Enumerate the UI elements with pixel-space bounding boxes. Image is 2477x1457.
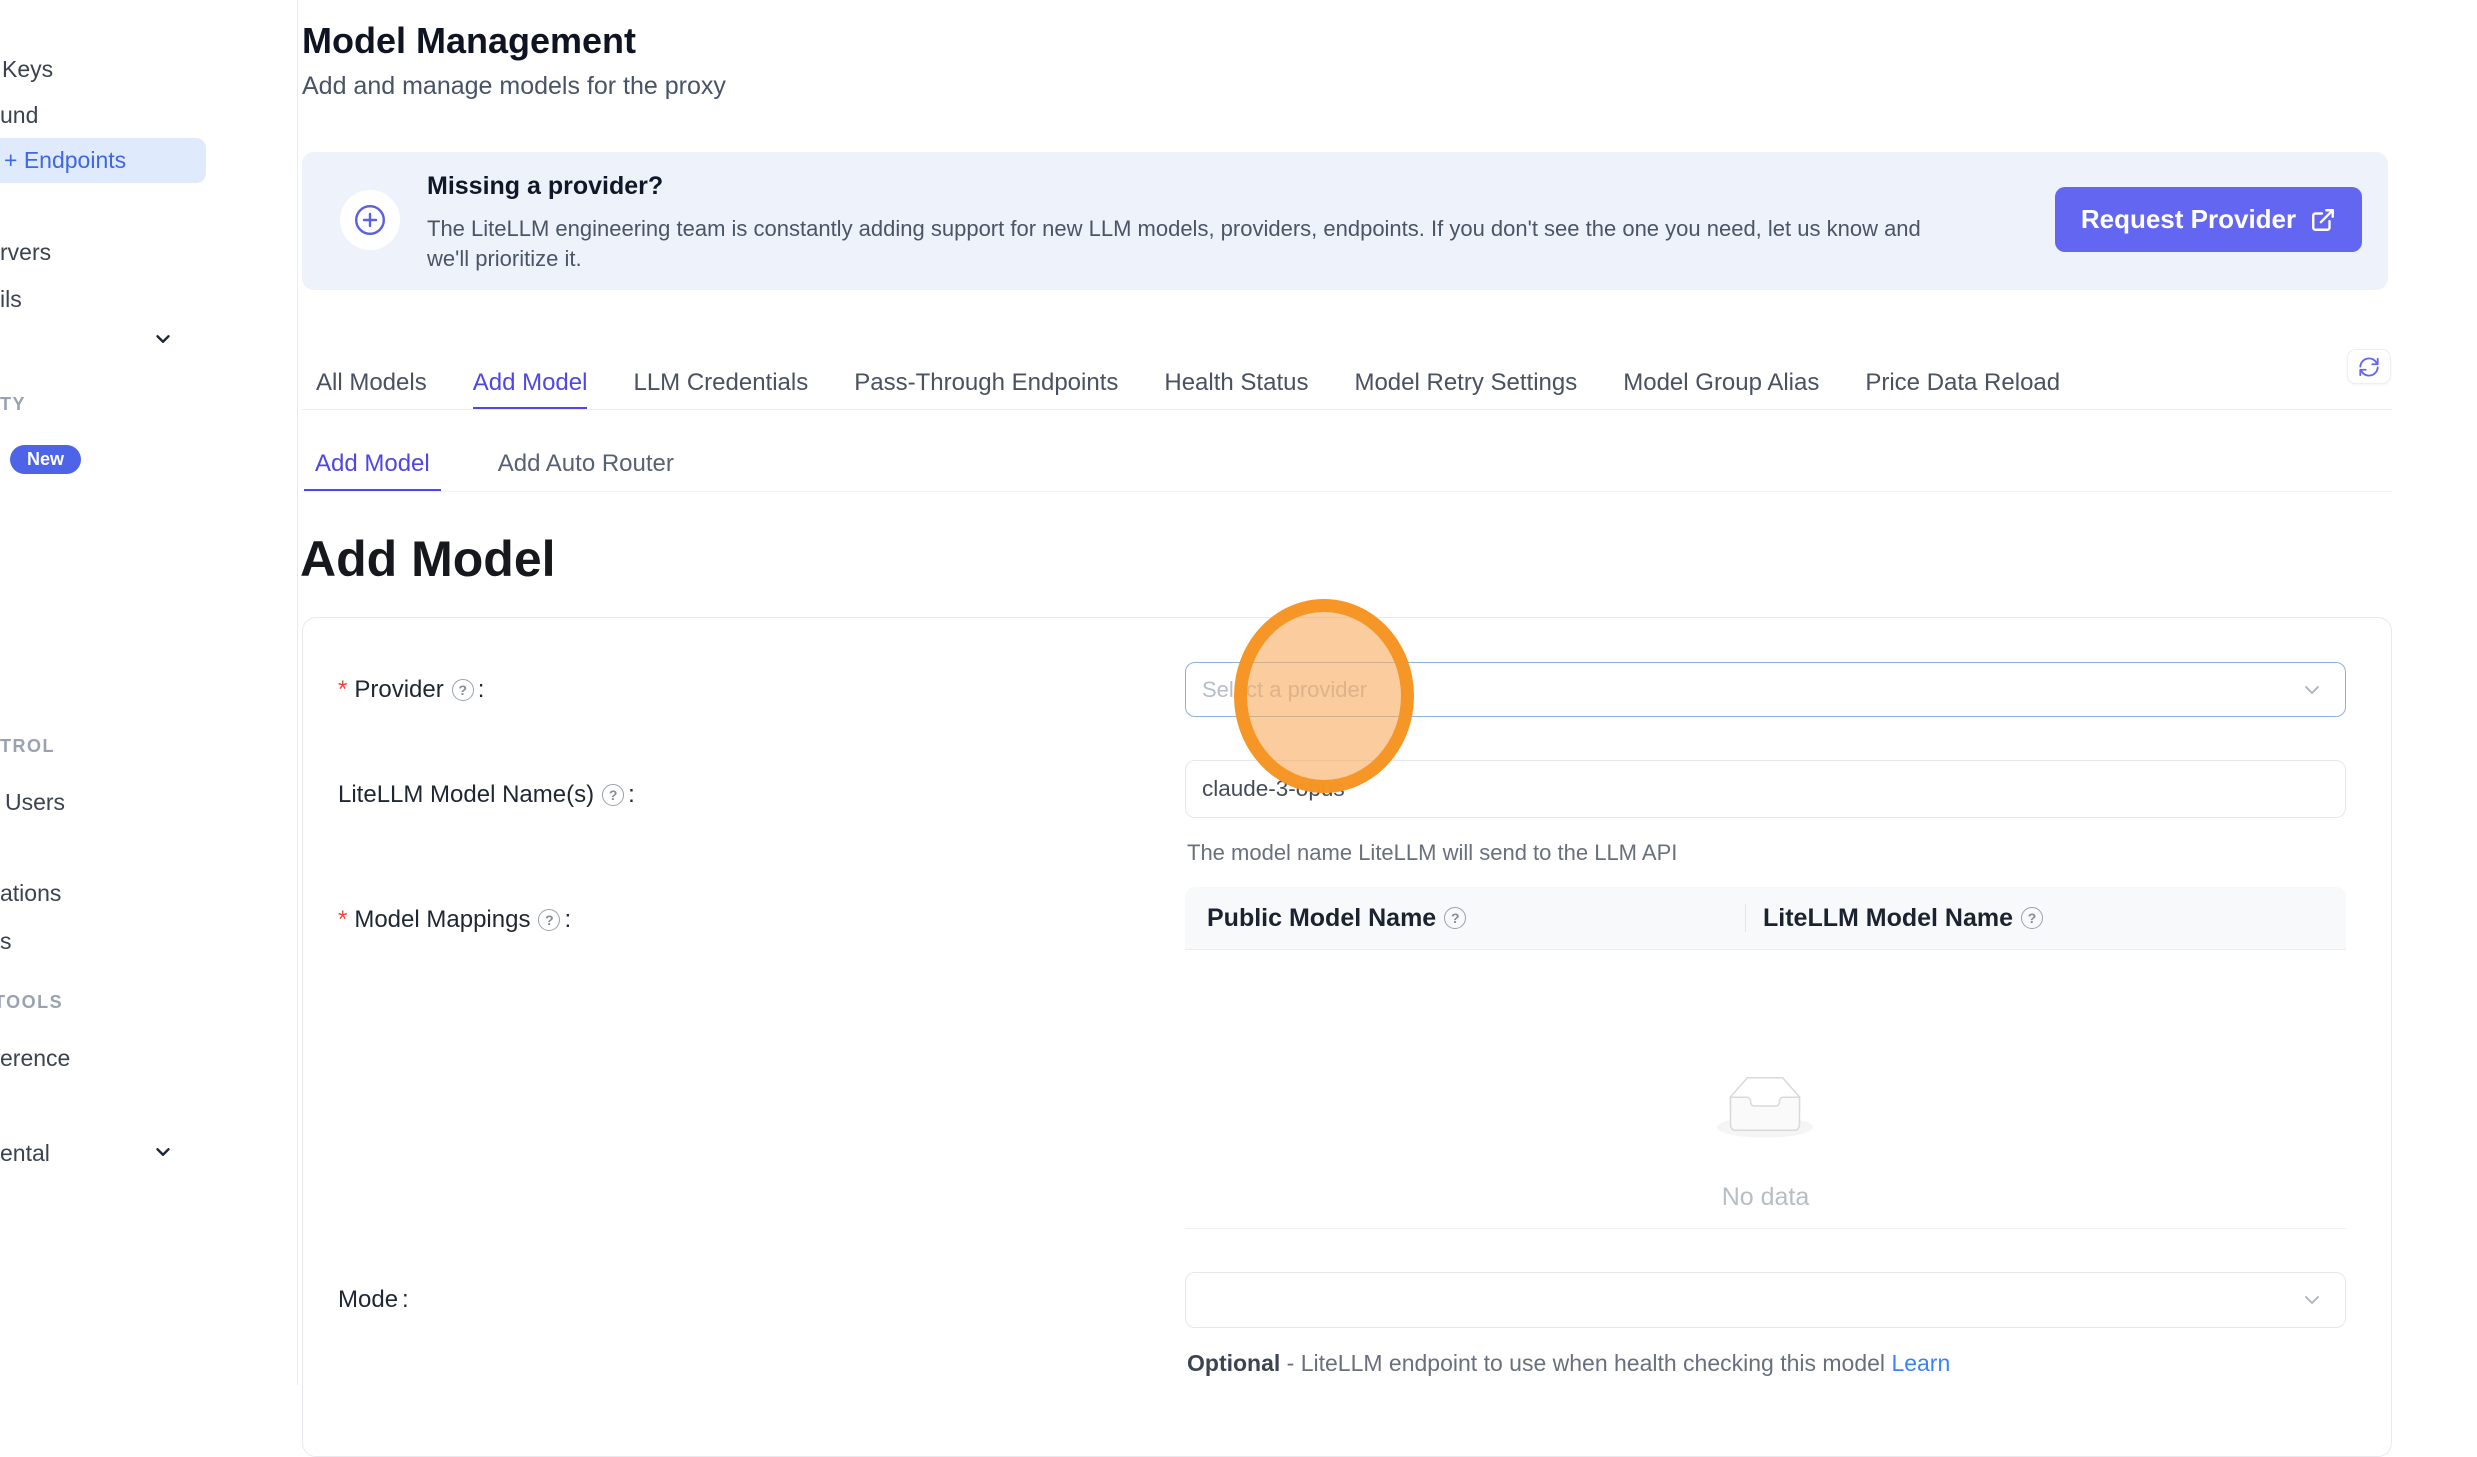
tab-price-data-reload[interactable]: Price Data Reload — [1865, 360, 2060, 410]
tab-health-status[interactable]: Health Status — [1164, 360, 1308, 410]
tabs-divider — [302, 409, 2392, 410]
question-circle-icon[interactable]: ? — [2021, 907, 2043, 929]
sidebar-item-teams[interactable]: s — [0, 927, 12, 955]
column-public-model-name: Public Model Name ? — [1185, 904, 1745, 933]
external-link-icon — [2310, 207, 2336, 233]
refresh-button[interactable] — [2347, 349, 2391, 384]
sidebar-item-guardrails[interactable]: ils — [0, 285, 22, 313]
tab-llm-credentials[interactable]: LLM Credentials — [633, 360, 808, 410]
subtab-add-auto-router[interactable]: Add Auto Router — [487, 440, 685, 492]
tab-all-models[interactable]: All Models — [316, 360, 427, 410]
mode-select[interactable] — [1185, 1272, 2346, 1328]
page-title: Model Management — [302, 20, 636, 62]
model-mappings-table: Public Model Name ? LiteLLM Model Name ?… — [1185, 887, 2346, 1229]
sidebar-item-organizations[interactable]: ations — [0, 879, 61, 907]
sidebar-section-tools: TOOLS — [0, 992, 63, 1013]
column-divider — [1745, 904, 1746, 932]
plus-circle-icon — [340, 190, 400, 250]
mode-label: Mode : — [338, 1286, 409, 1314]
sidebar-section-observability: TY — [0, 394, 26, 415]
question-circle-icon[interactable]: ? — [538, 909, 560, 931]
sidebar: Keys und + Endpoints rvers ils TY New TR… — [0, 0, 298, 1385]
label-colon: : — [628, 781, 635, 809]
label-colon: : — [478, 676, 485, 704]
inbox-icon — [1717, 1076, 1813, 1138]
chevron-down-icon[interactable] — [152, 1141, 174, 1163]
column-label: LiteLLM Model Name — [1763, 904, 2013, 933]
mode-label-text: Mode — [338, 1286, 398, 1314]
table-empty-body: No data — [1185, 950, 2346, 1229]
chevron-down-icon — [2300, 1288, 2324, 1312]
provider-label: * Provider ? : — [338, 676, 484, 704]
litellm-name-help: The model name LiteLLM will send to the … — [1187, 840, 1677, 866]
banner-title: Missing a provider? — [427, 172, 663, 201]
sidebar-item-servers[interactable]: rvers — [0, 238, 51, 266]
sidebar-item-users[interactable]: Users — [5, 788, 65, 816]
label-colon: : — [564, 906, 571, 934]
question-circle-icon[interactable]: ? — [602, 784, 624, 806]
litellm-name-label: LiteLLM Model Name(s) ? : — [338, 781, 635, 809]
sidebar-item-playground[interactable]: und — [0, 101, 38, 129]
label-colon: : — [402, 1286, 409, 1314]
model-mappings-label-text: Model Mappings — [354, 906, 530, 934]
tab-add-model[interactable]: Add Model — [473, 360, 588, 410]
required-mark: * — [338, 676, 347, 704]
no-data-text: No data — [1185, 1183, 2346, 1212]
tab-model-group-alias[interactable]: Model Group Alias — [1623, 360, 1819, 410]
litellm-name-label-text: LiteLLM Model Name(s) — [338, 781, 594, 809]
banner-body-line1: The LiteLLM engineering team is constant… — [427, 216, 1921, 242]
chevron-down-icon — [2300, 678, 2324, 702]
learn-link[interactable]: Learn — [1891, 1350, 1950, 1376]
subtab-add-model[interactable]: Add Model — [304, 440, 441, 492]
provider-select[interactable]: Select a provider — [1185, 662, 2346, 717]
form-heading: Add Model — [300, 530, 556, 588]
litellm-model-name-input[interactable] — [1185, 760, 2346, 818]
question-circle-icon[interactable]: ? — [1444, 907, 1466, 929]
mode-help-text: - LiteLLM endpoint to use when health ch… — [1280, 1350, 1891, 1376]
question-circle-icon[interactable]: ? — [452, 679, 474, 701]
sidebar-item-api-reference[interactable]: erence — [0, 1044, 70, 1072]
subtabs-divider — [302, 491, 2392, 492]
mode-help: Optional - LiteLLM endpoint to use when … — [1187, 1350, 1950, 1377]
chevron-down-icon[interactable] — [152, 328, 174, 350]
sidebar-item-experimental[interactable]: ental — [0, 1139, 50, 1167]
required-mark: * — [338, 906, 347, 934]
sidebar-section-access-control: TROL — [0, 736, 55, 757]
request-provider-button[interactable]: Request Provider — [2055, 187, 2362, 252]
column-label: Public Model Name — [1207, 904, 1436, 933]
new-badge: New — [10, 445, 81, 474]
column-litellm-model-name: LiteLLM Model Name ? — [1745, 904, 2043, 933]
sidebar-item-models-endpoints[interactable]: + Endpoints — [4, 146, 126, 174]
model-tabs: All Models Add Model LLM Credentials Pas… — [316, 360, 2060, 410]
add-model-subtabs: Add Model Add Auto Router — [304, 440, 685, 492]
sidebar-item-keys[interactable]: Keys — [2, 55, 53, 83]
model-mappings-label: * Model Mappings ? : — [338, 906, 571, 934]
provider-label-text: Provider — [354, 676, 443, 704]
refresh-icon — [2358, 356, 2380, 378]
banner-body-line2: we'll prioritize it. — [427, 246, 582, 272]
provider-placeholder: Select a provider — [1186, 677, 1367, 703]
tab-model-retry-settings[interactable]: Model Retry Settings — [1354, 360, 1577, 410]
tab-pass-through-endpoints[interactable]: Pass-Through Endpoints — [854, 360, 1118, 410]
page-subtitle: Add and manage models for the proxy — [302, 72, 726, 101]
request-provider-label: Request Provider — [2081, 204, 2296, 235]
table-header-row: Public Model Name ? LiteLLM Model Name ? — [1185, 887, 2346, 950]
mode-help-bold: Optional — [1187, 1350, 1280, 1376]
